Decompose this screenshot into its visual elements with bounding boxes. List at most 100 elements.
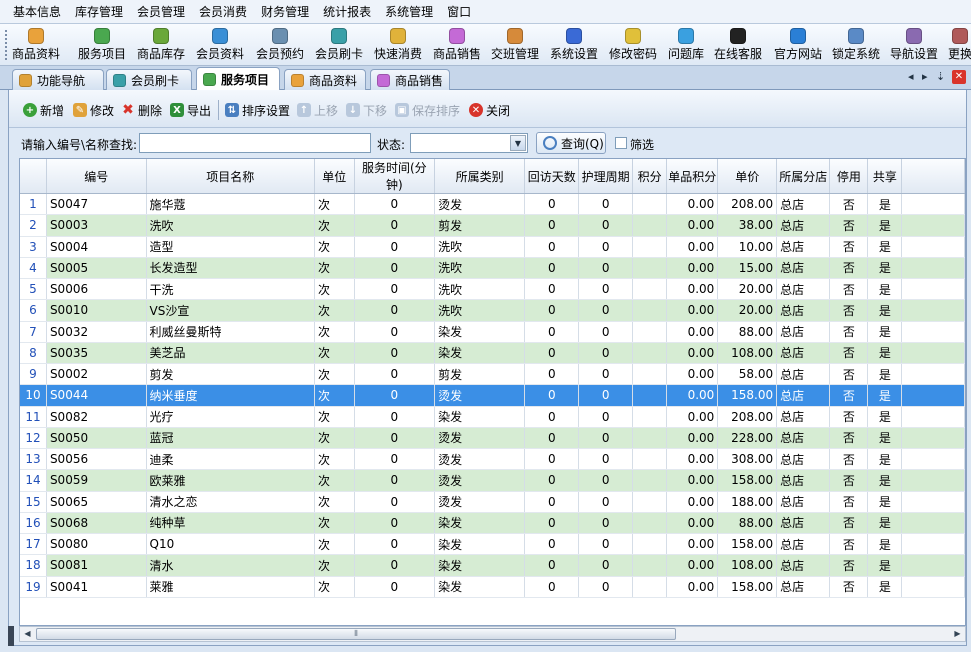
toolbar-button[interactable]: 会员预约 <box>256 26 304 64</box>
column-header[interactable]: 服务时间(分钟) <box>354 159 436 194</box>
table-row[interactable]: 14 S0059 欧莱雅次 0 烫发 0 0 0.00 158.00 总店否是 <box>20 469 965 492</box>
move-down-button[interactable]: ↓ 下移 <box>346 101 387 119</box>
menu-item[interactable]: 会员消费 <box>192 0 254 24</box>
table-row[interactable]: 1 S0047 施华蔻次 0 烫发 0 0 0.00 208.00 总店否是 <box>20 193 965 216</box>
query-button[interactable]: 查询(Q) <box>536 132 606 154</box>
column-header[interactable]: 单品积分 <box>666 159 719 194</box>
table-row[interactable]: 9 S0002 剪发次 0 剪发 0 0 0.00 58.00 总店否是 <box>20 363 965 386</box>
tab-scroll-right-icon[interactable]: ▸ <box>922 70 928 83</box>
table-row[interactable]: 6 S0010 VS沙宣次 0 洗吹 0 0 0.00 20.00 总店否是 <box>20 299 965 322</box>
tab-close-icon[interactable]: ✕ <box>952 70 966 84</box>
table-cell: S0068 <box>46 512 147 535</box>
menu-item[interactable]: 财务管理 <box>254 0 316 24</box>
toolbar-button[interactable]: 商品销售 <box>433 26 481 64</box>
table-cell: 总店 <box>776 193 831 216</box>
table-row[interactable]: 19 S0041 莱雅次 0 染发 0 0 0.00 158.00 总店否是 <box>20 576 965 598</box>
chevron-down-icon[interactable]: ▼ <box>510 135 526 151</box>
scroll-right-icon[interactable]: ▶ <box>950 627 965 641</box>
toolbar-button[interactable]: 会员资料 <box>196 26 244 64</box>
tab-item[interactable]: 商品资料 <box>284 69 366 90</box>
column-header[interactable] <box>20 159 47 194</box>
table-row[interactable]: 17 S0080 Q10 次 0 染发 0 0 0.00 158.00 总店否是 <box>20 533 965 556</box>
column-header[interactable]: 单价 <box>717 159 778 194</box>
table-row[interactable]: 13 S0056 迪柔次 0 烫发 0 0 0.00 308.00 总店否是 <box>20 448 965 471</box>
table-row[interactable]: 15 S0065 清水之恋次 0 烫发 0 0 0.00 188.00 总店否是 <box>20 491 965 513</box>
table-row[interactable]: 12 S0050 蓝冠次 0 烫发 0 0 0.00 228.00 总店否是 <box>20 427 965 450</box>
toolbar-button[interactable]: 商品资料 <box>12 26 60 64</box>
tab-scroll-left-icon[interactable]: ◂ <box>908 70 914 83</box>
table-cell: 0 <box>354 299 436 322</box>
menu-item[interactable]: 统计报表 <box>316 0 378 24</box>
export-button[interactable]: X 导出 <box>170 101 211 119</box>
toolbar-button[interactable]: 交班管理 <box>491 26 539 64</box>
table-row[interactable]: 16 S0068 纯种草次 0 染发 0 0 0.00 88.00 总店否是 <box>20 512 965 535</box>
move-up-button[interactable]: ↑ 上移 <box>297 101 338 119</box>
menu-item[interactable]: 库存管理 <box>68 0 130 24</box>
column-header[interactable]: 共享 <box>867 159 903 194</box>
toolbar-button[interactable]: 会员刷卡 <box>315 26 363 64</box>
status-select[interactable]: ▼ <box>410 133 528 153</box>
tab-item[interactable]: 商品销售 <box>370 69 450 90</box>
column-header[interactable]: 编号 <box>46 159 147 194</box>
table-row[interactable]: 5 S0006 干洗次 0 洗吹 0 0 0.00 20.00 总店否是 <box>20 278 965 301</box>
table-cell: 造型 <box>146 236 315 258</box>
table-cell: 0.00 <box>666 554 719 577</box>
horizontal-scrollbar[interactable]: ◀ ⦀ ▶ <box>19 626 966 642</box>
column-header[interactable]: 单位 <box>314 159 355 194</box>
delete-button[interactable]: ✖ 删除 <box>121 101 162 119</box>
save-sort-button[interactable]: ▣ 保存排序 <box>395 101 460 119</box>
toolbar-button[interactable]: 更换 <box>948 26 971 64</box>
column-header[interactable]: 回访天数 <box>524 159 580 194</box>
column-header[interactable]: 停用 <box>829 159 869 194</box>
menu-item[interactable]: 系统管理 <box>378 0 440 24</box>
toolbar-button[interactable]: 服务项目 <box>78 26 126 64</box>
toolbar-button[interactable]: 快速消费 <box>374 26 422 64</box>
edit-button[interactable]: ✎ 修改 <box>73 101 114 119</box>
add-button[interactable]: + 新增 <box>23 101 64 119</box>
toolbar-grip[interactable] <box>5 30 7 60</box>
table-row[interactable]: 3 S0004 造型次 0 洗吹 0 0 0.00 10.00 总店否是 <box>20 236 965 258</box>
filter-checkbox[interactable] <box>615 137 627 149</box>
table-cell: 0 <box>524 278 580 301</box>
table-row[interactable]: 11 S0082 光疗次 0 染发 0 0 0.00 208.00 总店否是 <box>20 406 965 428</box>
toolbar-button[interactable]: 官方网站 <box>774 26 822 64</box>
table-row[interactable]: 10 S0044 纳米垂度次 0 烫发 0 0 0.00 158.00 总店否是 <box>20 384 965 407</box>
column-header[interactable]: 项目名称 <box>146 159 315 194</box>
toolbar-button[interactable]: 问题库 <box>668 26 704 64</box>
table-cell: 烫发 <box>434 491 526 513</box>
tab-item[interactable]: 服务项目 <box>196 67 280 91</box>
table-row[interactable]: 4 S0005 长发造型次 0 洗吹 0 0 0.00 15.00 总店否是 <box>20 257 965 280</box>
table-cell <box>632 406 668 428</box>
column-header[interactable]: 所属分店 <box>776 159 831 194</box>
menu-item[interactable]: 窗口 <box>440 0 478 24</box>
column-header[interactable]: 积分 <box>632 159 668 194</box>
toolbar-button[interactable]: 锁定系统 <box>832 26 880 64</box>
column-header[interactable]: 所属类别 <box>434 159 526 194</box>
table-row[interactable]: 8 S0035 美芝品次 0 染发 0 0 0.00 108.00 总店否是 <box>20 342 965 365</box>
table-cell: 88.00 <box>717 321 778 343</box>
table-cell: 0 <box>524 257 580 280</box>
table-row[interactable]: 7 S0032 利威丝曼斯特次 0 染发 0 0 0.00 88.00 总店否是 <box>20 321 965 343</box>
table-cell: 0 <box>354 469 436 492</box>
scrollbar-thumb[interactable]: ⦀ <box>36 628 676 640</box>
table-cell: S0003 <box>46 214 147 237</box>
menu-item[interactable]: 基本信息 <box>6 0 68 24</box>
tab-item[interactable]: 会员刷卡 <box>106 69 192 90</box>
toolbar-button[interactable]: 在线客服 <box>714 26 762 64</box>
menu-item[interactable]: 会员管理 <box>130 0 192 24</box>
search-input[interactable] <box>139 133 371 153</box>
product-icon <box>291 73 304 87</box>
sort-settings-button[interactable]: ⇅ 排序设置 <box>225 101 290 119</box>
table-row[interactable]: 2 S0003 洗吹次 0 剪发 0 0 0.00 38.00 总店否是 <box>20 214 965 237</box>
toolbar-button[interactable]: 修改密码 <box>609 26 657 64</box>
close-button[interactable]: ✕ 关闭 <box>469 101 510 119</box>
toolbar-button[interactable]: 系统设置 <box>550 26 598 64</box>
table-cell: 0 <box>354 448 436 471</box>
tab-list-icon[interactable]: ⇣ <box>936 70 945 83</box>
column-header[interactable]: 护理周期 <box>578 159 633 194</box>
tab-item[interactable]: 功能导航 <box>12 69 104 90</box>
table-row[interactable]: 18 S0081 清水次 0 染发 0 0 0.00 108.00 总店否是 <box>20 554 965 577</box>
toolbar-button[interactable]: 商品库存 <box>137 26 185 64</box>
toolbar-button[interactable]: 导航设置 <box>890 26 938 64</box>
scroll-left-icon[interactable]: ◀ <box>20 627 35 641</box>
